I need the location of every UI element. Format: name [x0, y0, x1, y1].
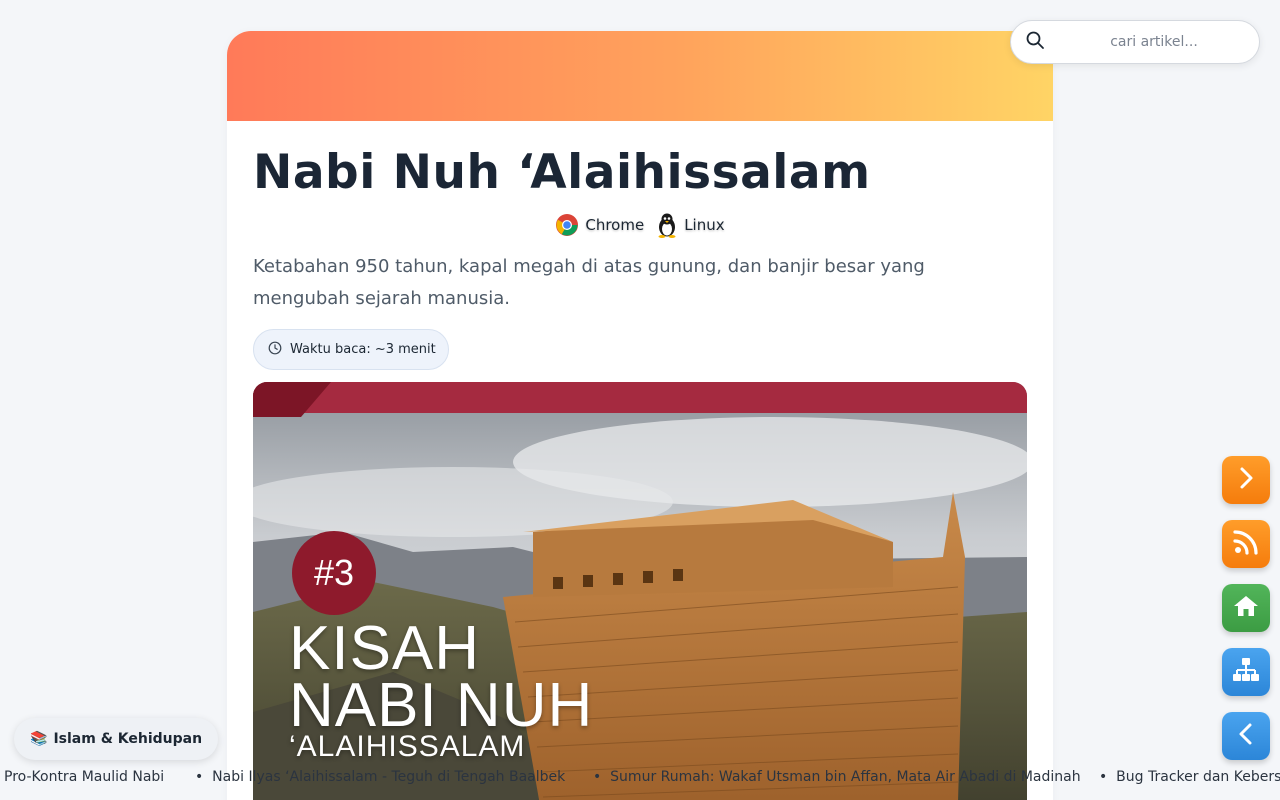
next-button[interactable] [1222, 456, 1270, 504]
search-box [1010, 20, 1260, 64]
platform-badges: Chrome Linux [253, 209, 1027, 241]
article-ticker: Pro-Kontra Maulid Nabi • Nabi Ilyas ‘Ala… [0, 766, 1280, 790]
platform-linux: Linux [656, 212, 725, 238]
search-input[interactable] [1059, 34, 1249, 50]
rss-button[interactable] [1222, 520, 1270, 568]
sitemap-icon [1232, 656, 1260, 688]
article-title: Nabi Nuh ‘Alaihissalam [253, 145, 871, 200]
hero-badge: #3 [292, 531, 376, 615]
article-lead: Ketabahan 950 tahun, kapal megah di atas… [253, 256, 925, 309]
clock-icon [268, 341, 282, 359]
ticker-item[interactable]: • Sumur Rumah: Wakaf Utsman bin Affan, M… [593, 769, 1081, 785]
hero-title-line2: NABI NUH [289, 671, 594, 740]
ticker-item[interactable]: • Bug Tracker dan Kebersamaan [1099, 769, 1280, 785]
article-card: Nabi Nuh ‘Alaihissalam Chrome Linux Keta… [227, 31, 1053, 800]
platform-label: Linux [684, 216, 725, 234]
category-link[interactable]: 📚 Islam & Kehidupan [14, 718, 219, 760]
card-banner [227, 31, 1053, 121]
sitemap-button[interactable] [1222, 648, 1270, 696]
platform-label: Chrome [585, 216, 645, 234]
search-icon[interactable] [1025, 30, 1045, 54]
ticker-item[interactable]: Pro-Kontra Maulid Nabi [4, 769, 164, 785]
chevron-right-icon [1234, 466, 1258, 494]
reading-time-badge: Waktu baca: ~3 menit [253, 329, 449, 370]
home-icon [1233, 594, 1259, 622]
books-icon: 📚 [30, 731, 48, 747]
linux-tux-icon [656, 212, 678, 238]
platform-chrome: Chrome [555, 213, 644, 237]
category-label: Islam & Kehidupan [53, 731, 203, 747]
reading-time-text: Waktu baca: ~3 menit [290, 342, 436, 357]
hero-title-line3: ‘ALAIHISSALAM [289, 730, 526, 763]
hero-image: #3 KISAH NABI NUH ‘ALAIHISSALAM [253, 382, 1027, 800]
home-button[interactable] [1222, 584, 1270, 632]
chrome-icon [555, 213, 579, 237]
rss-icon [1233, 529, 1259, 559]
ticker-item[interactable]: • Nabi Ilyas ‘Alaihissalam - Teguh di Te… [195, 769, 565, 785]
chevron-left-icon [1234, 722, 1258, 750]
back-button[interactable] [1222, 712, 1270, 760]
